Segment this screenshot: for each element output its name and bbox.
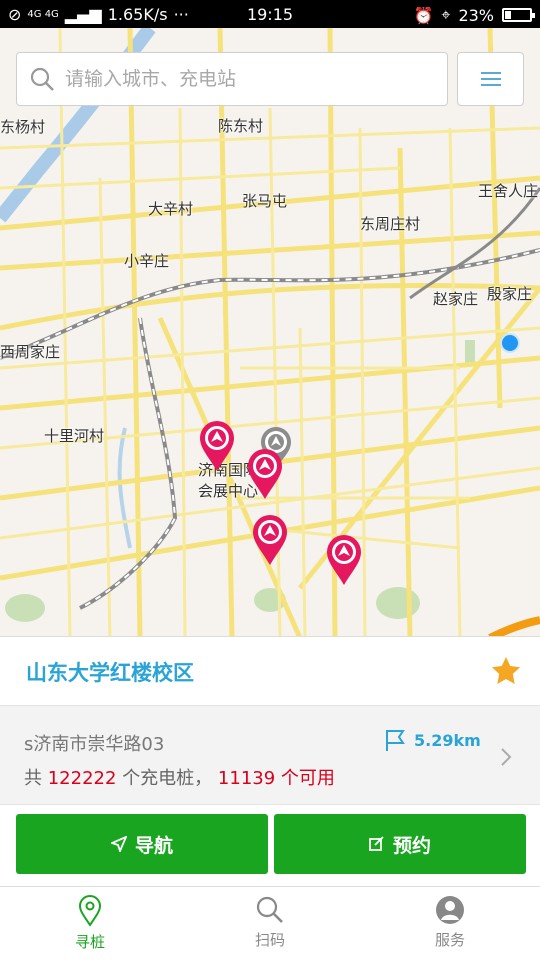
total-chargers: 122222 bbox=[47, 768, 117, 789]
place-label: 十里河村 bbox=[44, 427, 105, 445]
distance-value: 5.29km bbox=[414, 730, 481, 750]
search-icon bbox=[256, 896, 283, 923]
station-pin-icon[interactable] bbox=[251, 514, 289, 566]
search-bar[interactable] bbox=[16, 52, 448, 106]
search-icon bbox=[30, 67, 54, 91]
place-label: 西周家庄 bbox=[0, 343, 61, 361]
distance: 5.29km bbox=[384, 728, 481, 752]
bottom-tab-bar: 寻桩 扫码 服务 bbox=[0, 886, 540, 960]
count-mid: 个充电桩， bbox=[122, 768, 213, 789]
edit-icon bbox=[369, 836, 384, 851]
charger-count: 共 122222 个充电桩， 11139 个可用 bbox=[24, 764, 335, 790]
station-card[interactable]: 山东大学红楼校区 s济南市崇华路03 5.29km 共 122222 个充电桩，… bbox=[0, 636, 540, 886]
place-label: 陈东村 bbox=[218, 117, 264, 135]
place-label: 小辛庄 bbox=[124, 252, 170, 270]
place-label: 东杨村 bbox=[0, 118, 46, 136]
available-chargers: 11139 bbox=[217, 768, 276, 789]
station-pin-icon[interactable] bbox=[325, 534, 363, 586]
reserve-label: 预约 bbox=[392, 834, 431, 857]
alarm-icon: ⏰ bbox=[413, 5, 434, 25]
status-bar: ⊘ 4G 4G ▂▄▆ 1.65K/s ··· 19:15 ⏰ ⌖ 23% bbox=[0, 0, 540, 28]
location-icon: ⌖ bbox=[441, 5, 451, 24]
search-input[interactable] bbox=[65, 68, 425, 90]
chevron-right-icon[interactable] bbox=[500, 748, 512, 766]
battery-icon bbox=[502, 8, 535, 22]
navigate-button[interactable]: 导航 bbox=[16, 814, 268, 874]
place-label: 张马屯 bbox=[242, 192, 288, 210]
tab-scan[interactable]: 扫码 bbox=[180, 887, 360, 960]
navigation-arrow-icon bbox=[110, 836, 127, 852]
station-name: 山东大学红楼校区 bbox=[26, 661, 194, 685]
place-label: 殷家庄 bbox=[487, 285, 533, 303]
current-location-dot bbox=[500, 333, 520, 353]
flag-icon bbox=[386, 730, 405, 751]
count-suffix: 个可用 bbox=[280, 768, 335, 789]
tab-label: 扫码 bbox=[254, 931, 285, 949]
battery-percent: 23% bbox=[458, 5, 494, 25]
station-pin-icon[interactable] bbox=[198, 420, 236, 472]
location-pin-icon bbox=[78, 895, 102, 927]
station-address: s济南市崇华路03 bbox=[24, 734, 165, 755]
place-label: 大辛村 bbox=[148, 200, 194, 218]
tab-find-charger[interactable]: 寻桩 bbox=[0, 887, 180, 960]
reserve-button[interactable]: 预约 bbox=[274, 814, 526, 874]
place-label: 王舍人庄 bbox=[478, 182, 539, 200]
favorite-star-icon[interactable] bbox=[490, 655, 522, 687]
place-label: 赵家庄 bbox=[433, 290, 479, 308]
station-pin-icon[interactable] bbox=[246, 448, 284, 500]
count-prefix: 共 bbox=[24, 768, 42, 789]
hamburger-icon bbox=[480, 72, 501, 86]
navigate-label: 导航 bbox=[134, 834, 173, 857]
place-label: 东周庄村 bbox=[360, 215, 421, 233]
station-details[interactable]: s济南市崇华路03 5.29km 共 122222 个充电桩， 11139 个可… bbox=[0, 705, 540, 805]
tab-label: 寻桩 bbox=[74, 933, 105, 951]
menu-button[interactable] bbox=[457, 52, 524, 106]
tab-label: 服务 bbox=[434, 931, 465, 949]
tab-service[interactable]: 服务 bbox=[360, 887, 540, 960]
user-icon bbox=[436, 896, 464, 924]
map-view[interactable]: 东杨村 陈东村 王舍人庄 大辛村 张马屯 东周庄村 小辛庄 赵家庄 殷家庄 西周… bbox=[0, 28, 540, 638]
